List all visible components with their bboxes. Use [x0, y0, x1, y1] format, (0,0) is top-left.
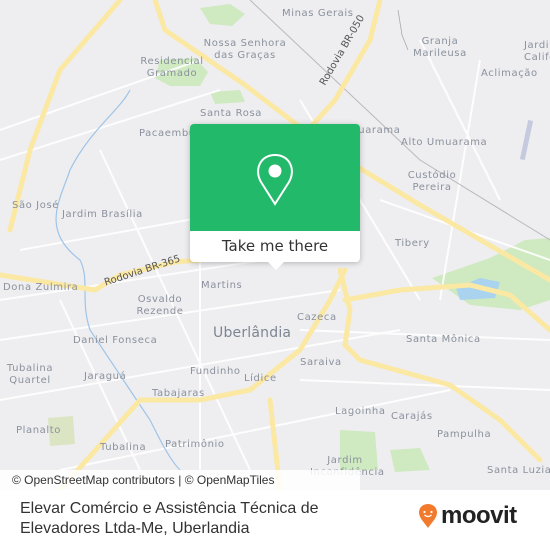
park — [390, 448, 430, 472]
label-city-uberlandia: Uberlândia — [213, 325, 292, 341]
map-attribution[interactable]: © OpenStreetMap contributors | © OpenMap… — [0, 470, 360, 490]
place-title-line1: Elevar Comércio e Assistência Técnica de — [20, 500, 319, 517]
label-lagoinha: Lagoinha — [335, 406, 386, 417]
label-cazeca: Cazeca — [297, 312, 337, 323]
label-alto-umuarama: Alto Umuarama — [401, 137, 488, 148]
label-planalto: Planalto — [16, 425, 62, 436]
label-pacaembu: Pacaembu — [139, 128, 196, 139]
park — [200, 4, 245, 26]
label-tubalina: Tubalina — [100, 442, 147, 453]
label-patrimonio: Patrimônio — [165, 439, 225, 450]
label-nossa-senhora-das-gracas: Nossa Senhora das Graças — [203, 38, 287, 61]
label-santa-monica: Santa Mônica — [406, 334, 481, 345]
place-title-line2: Elevadores Ltda-Me, Uberlandia — [20, 520, 250, 537]
map-pin-icon — [257, 153, 293, 206]
label-carajas: Carajás — [391, 411, 433, 422]
label-santa-rosa: Santa Rosa — [200, 108, 262, 119]
label-tubalina-quartel: Tubalina Quartel — [6, 363, 54, 386]
label-custodio-pereira: Custódio Pereira — [407, 170, 457, 193]
label-jardim-brasilia: Jardim Brasília — [62, 209, 143, 220]
footer: Elevar Comércio e Assistência Técnica de… — [0, 490, 550, 550]
label-saraiva: Saraiva — [300, 357, 342, 368]
road-west — [7, 0, 123, 233]
label-tibery: Tibery — [395, 238, 430, 249]
label-aclimacao: Aclimação — [481, 68, 538, 79]
label-pampulha: Pampulha — [437, 429, 492, 440]
popup-pointer — [268, 262, 284, 270]
label-fundinho: Fundinho — [190, 366, 241, 377]
place-title: Elevar Comércio e Assistência Técnica de… — [20, 499, 319, 539]
label-osvaldo-rezende: Osvaldo Rezende — [136, 294, 184, 317]
label-sao-jose: São José — [12, 200, 60, 211]
map-view[interactable]: Minas Gerais Nossa Senhora das Graças Re… — [0, 0, 550, 490]
label-martins: Martins — [201, 280, 243, 291]
label-tabajaras: Tabajaras — [152, 388, 205, 399]
label-jaragua: Jaraguá — [84, 371, 127, 382]
moovit-pin-icon — [419, 504, 437, 528]
label-granja-marileusa: Granja Marileusa — [413, 36, 467, 59]
label-jardim-california: Jardim Califórnia — [524, 40, 550, 63]
moovit-wordmark: moovit — [441, 502, 517, 529]
label-lidice: Lídice — [244, 373, 277, 384]
label-residencial-gramado: Residencial Gramado — [140, 56, 204, 79]
label-daniel-fonseca: Daniel Fonseca — [73, 335, 158, 346]
take-me-there-button[interactable]: Take me there — [190, 231, 360, 262]
popup-header — [190, 124, 360, 231]
label-santa-luzia: Santa Luzia — [487, 465, 550, 476]
label-dona-zulmira: Dona Zulmira — [3, 282, 79, 293]
label-minas-gerais: Minas Gerais — [282, 8, 354, 19]
moovit-logo[interactable]: moovit — [418, 502, 517, 530]
location-popup: Take me there — [190, 124, 360, 270]
